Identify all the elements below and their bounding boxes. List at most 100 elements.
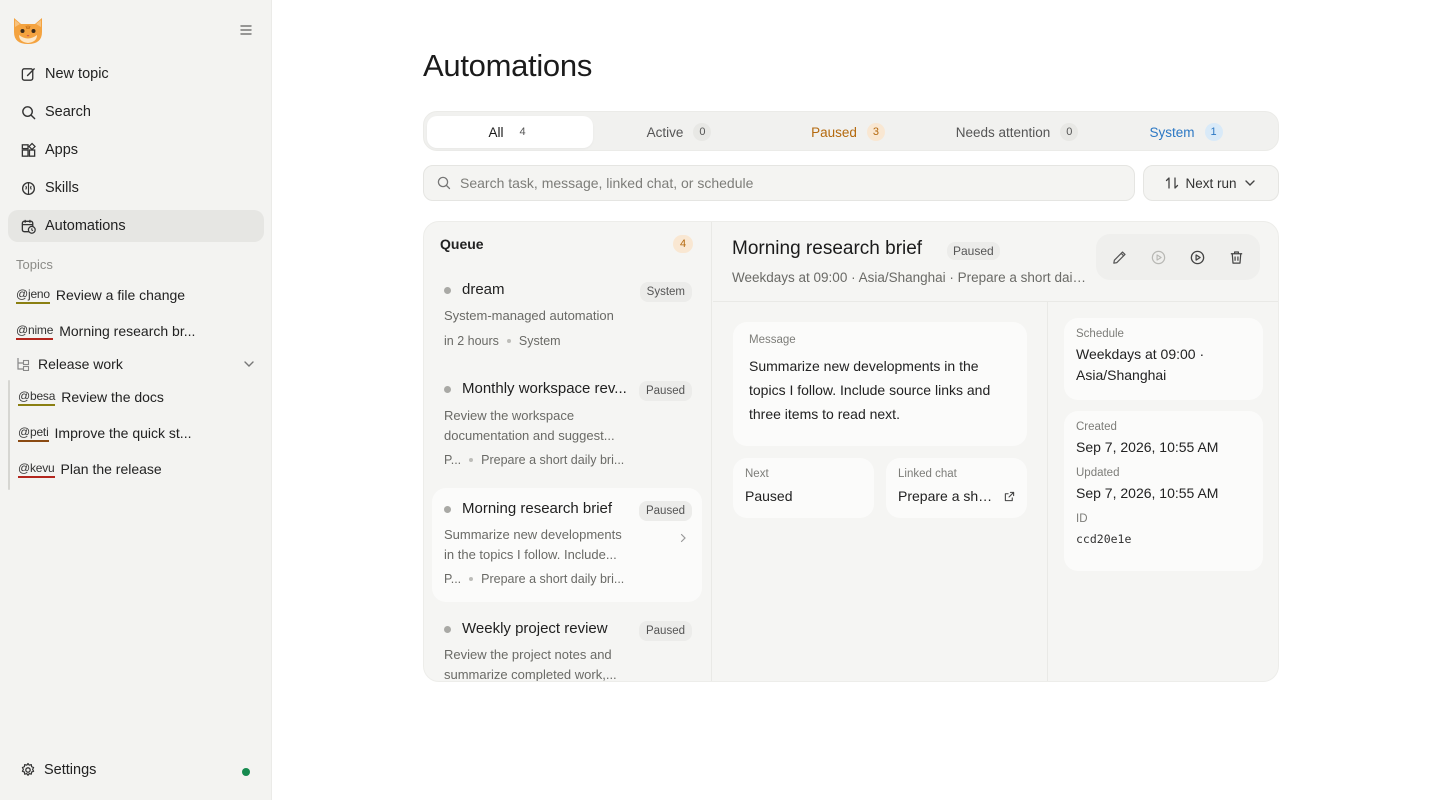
- chevron-right-icon: [680, 533, 686, 543]
- topics-section-label: Topics: [16, 257, 53, 272]
- cat-logo-icon[interactable]: [10, 12, 46, 48]
- topic-group-release-work[interactable]: Release work: [16, 353, 256, 375]
- nav-label: New topic: [45, 66, 109, 82]
- tab-label: System: [1149, 124, 1195, 140]
- topic-item[interactable]: @jeno Review a file change: [16, 282, 185, 308]
- queue-item-desc: Summarize new developments in the topics…: [444, 527, 622, 562]
- nav-new-topic[interactable]: New topic: [8, 58, 264, 90]
- chevron-down-icon[interactable]: [242, 357, 256, 371]
- tab-label: All: [488, 124, 504, 140]
- edit-button[interactable]: [1105, 242, 1135, 272]
- nav-automations[interactable]: Automations: [8, 210, 264, 242]
- detail-subtitle: Weekdays at 09:00 · Asia/Shanghai · Prep…: [732, 270, 1087, 285]
- message-label: Message: [749, 334, 796, 346]
- status-badge: Paused: [947, 242, 1000, 260]
- linked-chat: Prepare a short daily bri...: [481, 572, 625, 586]
- linked-chat-card[interactable]: Linked chat Prepare a shor...: [886, 458, 1027, 518]
- tab-label: Needs attention: [955, 124, 1051, 140]
- queue-item[interactable]: Monthly workspace rev... Paused Review t…: [432, 369, 702, 479]
- play-circle-icon: [1151, 250, 1166, 264]
- tab-count: 1: [1204, 123, 1223, 141]
- nav-label: Skills: [45, 180, 79, 196]
- linked-chat: Prepare a short daily bri...: [481, 453, 625, 467]
- next-value: Paused: [745, 488, 793, 504]
- tab-label: Active: [646, 124, 684, 140]
- queue-item-meta: in 2 hours System: [444, 334, 561, 348]
- tab-paused[interactable]: Paused 3: [765, 116, 931, 148]
- next-run: in 2 hours: [444, 334, 499, 348]
- updated-value: Sep 7, 2026, 10:55 AM: [1076, 485, 1219, 501]
- sort-next-run-button[interactable]: Next run: [1143, 165, 1279, 201]
- queue-item-meta: P... Prepare a short daily bri...: [444, 572, 624, 586]
- linked-chat-label: Linked chat: [898, 468, 957, 480]
- schedule-card: Schedule Weekdays at 09:00 · Asia/Shangh…: [1064, 318, 1263, 400]
- nav-apps[interactable]: Apps: [8, 134, 264, 166]
- brain-icon: [21, 181, 36, 195]
- queue-count-badge: 4: [673, 235, 693, 253]
- queue-item-meta: P... Prepare a short daily bri...: [444, 453, 624, 467]
- automations-panel: Queue 4 dream System System-managed auto…: [423, 221, 1279, 682]
- filter-tabs: All 4 Active 0 Paused 3 Needs attention 0 Sy…: [423, 111, 1279, 151]
- queue-item[interactable]: dream System System-managed automation i…: [432, 270, 702, 358]
- nav-label: Apps: [45, 142, 79, 158]
- next-run: P...: [444, 572, 462, 586]
- next-run-card: Next Paused: [733, 458, 874, 518]
- search-input[interactable]: [460, 175, 1120, 191]
- queue-item-selected[interactable]: Morning research brief Paused Summarize …: [432, 488, 702, 602]
- status-dot: [444, 287, 451, 294]
- topic-item[interactable]: @nime Morning research br...: [16, 318, 195, 344]
- nav-label: Automations: [45, 218, 126, 234]
- trash-icon: [1230, 250, 1243, 264]
- next-run: P...: [444, 453, 462, 467]
- search-icon: [437, 176, 451, 190]
- queue-title: Queue: [440, 236, 484, 252]
- status-dot: [444, 506, 451, 513]
- search-icon: [22, 105, 36, 119]
- tab-count: 0: [693, 123, 712, 141]
- topic-item[interactable]: @besa Review the docs: [18, 384, 164, 410]
- sidebar: New topic Search Apps Skills Automations…: [0, 0, 272, 800]
- queue-item-desc: Review the project notes and summarize c…: [444, 647, 617, 682]
- linked-chat: System: [518, 334, 561, 348]
- next-label: Next: [745, 468, 769, 480]
- tab-needs-attention[interactable]: Needs attention 0: [934, 116, 1100, 148]
- topic-mention: @jeno: [16, 287, 50, 304]
- tab-all[interactable]: All 4: [427, 116, 593, 148]
- detail-divider: [1047, 302, 1048, 681]
- tab-active[interactable]: Active 0: [596, 116, 762, 148]
- apps-icon: [21, 142, 36, 157]
- status-badge: Paused: [638, 381, 692, 401]
- resume-button[interactable]: [1183, 242, 1213, 272]
- topic-item[interactable]: @kevu Plan the release: [18, 456, 162, 482]
- tree-guide-line: [8, 380, 10, 490]
- automation-search: [423, 165, 1135, 201]
- tab-count: 0: [1060, 123, 1079, 141]
- topic-title: Plan the release: [60, 461, 162, 477]
- status-badge: Paused: [638, 621, 692, 641]
- nav-search[interactable]: Search: [8, 96, 264, 128]
- group-label: Release work: [38, 356, 123, 372]
- topic-title: Review the docs: [61, 389, 164, 405]
- queue-item-desc: System-managed automation: [444, 308, 614, 323]
- detail-title: Morning research brief: [732, 238, 923, 259]
- queue-item[interactable]: Weekly project review Paused Review the …: [432, 608, 702, 682]
- settings-button[interactable]: Settings: [20, 762, 96, 778]
- topic-title: Morning research br...: [59, 323, 196, 339]
- calendar-clock-icon: [21, 219, 36, 234]
- schedule-value: Weekdays at 09:00 · Asia/Shanghai: [1076, 346, 1205, 383]
- run-now-button-disabled[interactable]: [1144, 242, 1174, 272]
- gear-icon: [21, 762, 35, 776]
- topic-mention: @peti: [18, 425, 49, 442]
- updated-label: Updated: [1076, 467, 1120, 479]
- tab-count: 4: [519, 126, 526, 138]
- external-link-icon[interactable]: [1004, 491, 1015, 502]
- id-label: ID: [1076, 513, 1088, 525]
- nav-skills[interactable]: Skills: [8, 172, 264, 204]
- delete-button[interactable]: [1222, 242, 1252, 272]
- topic-item[interactable]: @peti Improve the quick st...: [18, 420, 191, 446]
- topic-title: Improve the quick st...: [54, 425, 192, 441]
- sidebar-toggle-icon[interactable]: [236, 22, 256, 38]
- queue-item-title: Weekly project review: [462, 620, 608, 637]
- linked-chat-value[interactable]: Prepare a shor...: [898, 484, 998, 508]
- tab-system[interactable]: System 1: [1103, 116, 1269, 148]
